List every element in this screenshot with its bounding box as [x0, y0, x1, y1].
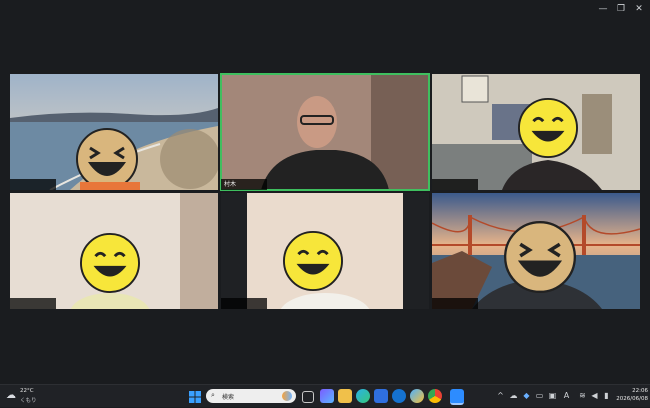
participant-name-label [221, 298, 267, 309]
participant-name-label [432, 179, 478, 190]
participant-tile[interactable] [10, 193, 218, 309]
chevron-up-icon[interactable]: ^ [496, 391, 505, 400]
search-box[interactable]: ⌕ 検索 [206, 389, 296, 403]
photos-icon[interactable] [410, 389, 424, 403]
video-feed-speaker [221, 74, 429, 190]
clock-time: 22:06 [632, 388, 648, 394]
participant-tile[interactable] [432, 74, 640, 190]
participant-tile[interactable] [221, 193, 429, 309]
shield-icon[interactable]: ▣ [548, 391, 557, 400]
participant-name-label: 村木 [221, 179, 267, 190]
weather-desc: くもり [20, 398, 37, 404]
edge-icon[interactable] [356, 389, 370, 403]
windows-start-icon[interactable] [188, 389, 202, 403]
dropbox-icon[interactable]: ◆ [522, 391, 531, 400]
participant-name-label [10, 298, 56, 309]
ime-indicator[interactable]: A [562, 391, 571, 400]
smiling-emoji-icon [80, 233, 140, 293]
participant-name-label [432, 298, 478, 309]
search-icon: ⌕ [211, 391, 215, 399]
clock-date: 2026/06/08 [616, 396, 648, 402]
participant-tile-active[interactable]: 村木 [220, 73, 430, 191]
smiling-emoji-icon [518, 98, 578, 158]
laughing-emoji-icon [504, 221, 576, 293]
cloud-icon: ☁ [6, 390, 16, 401]
search-highlight-icon [282, 391, 292, 401]
store-icon[interactable] [374, 389, 388, 403]
participant-name-label [10, 179, 56, 190]
laughing-emoji-icon [76, 128, 138, 190]
close-button[interactable]: ✕ [630, 3, 648, 15]
weather-widget[interactable]: ☁ 22°C くもり [6, 388, 46, 404]
clock[interactable]: 22:06 2026/06/08 [612, 387, 648, 403]
usb-icon[interactable]: ▭ [535, 391, 544, 400]
chrome-icon[interactable] [428, 389, 442, 403]
file-explorer-icon[interactable] [338, 389, 352, 403]
search-placeholder: 検索 [222, 394, 235, 401]
maximize-button[interactable]: ❐ [612, 3, 630, 15]
cloud-sync-icon[interactable]: ☁ [509, 391, 518, 400]
teams-icon[interactable] [320, 389, 334, 403]
network-icon[interactable]: ≋ [578, 391, 587, 400]
zoom-icon[interactable] [450, 389, 464, 405]
hp-icon[interactable] [392, 389, 406, 403]
battery-icon[interactable]: ▮ [602, 391, 611, 400]
minimize-button[interactable]: — [594, 3, 612, 15]
windows-taskbar: ☁ 22°C くもり ⌕ 検索 ^ ☁ ◆ ▭ ▣ A ≋ ◀ ▮ 22:06 … [0, 384, 650, 407]
title-bar: — ❐ ✕ [0, 0, 650, 18]
task-view-icon[interactable] [302, 391, 314, 403]
weather-temp: 22°C [20, 388, 34, 394]
volume-icon[interactable]: ◀ [590, 391, 599, 400]
participant-tile[interactable] [10, 74, 218, 190]
smiling-emoji-icon [283, 231, 343, 291]
participant-tile[interactable] [432, 193, 640, 309]
